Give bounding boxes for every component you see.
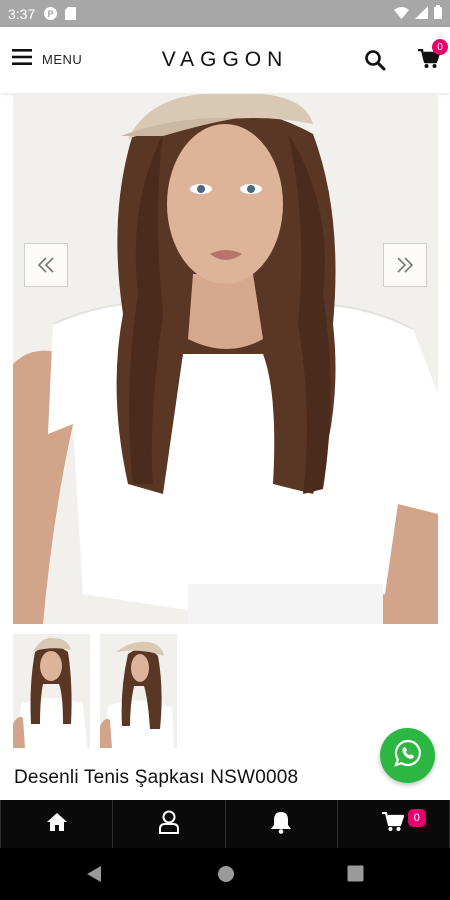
back-triangle-icon[interactable] xyxy=(86,865,102,888)
search-icon[interactable] xyxy=(364,49,386,76)
whatsapp-icon xyxy=(393,738,423,773)
cart-count-badge: 0 xyxy=(432,39,448,55)
double-chevron-left-icon xyxy=(36,256,56,274)
bottom-tab-bar: 0 xyxy=(0,800,450,848)
tab-account[interactable] xyxy=(113,800,226,848)
tab-notifications[interactable] xyxy=(226,800,338,848)
product-thumbnail-2[interactable] xyxy=(100,634,177,748)
app-header: MENU VAGGON 0 xyxy=(0,27,450,93)
home-circle-icon[interactable] xyxy=(217,865,235,888)
cart-icon xyxy=(382,811,405,837)
svg-text:P: P xyxy=(47,9,53,19)
recents-square-icon[interactable] xyxy=(347,865,364,887)
tab-cart[interactable]: 0 xyxy=(338,800,450,848)
wifi-icon xyxy=(394,6,409,22)
menu-button[interactable]: MENU xyxy=(12,49,82,70)
tab-home[interactable] xyxy=(0,800,114,848)
product-main-image[interactable] xyxy=(13,94,438,624)
whatsapp-button[interactable] xyxy=(380,728,435,783)
user-icon xyxy=(158,810,180,839)
product-thumbnail-1[interactable] xyxy=(13,634,90,748)
bell-icon xyxy=(270,810,292,839)
signal-icon xyxy=(415,5,428,22)
double-chevron-right-icon xyxy=(395,256,415,274)
status-bar: 3:37 P xyxy=(0,0,450,27)
battery-icon xyxy=(434,5,442,22)
notification-p-icon: P xyxy=(43,7,57,21)
home-icon xyxy=(46,812,68,837)
prev-image-button[interactable] xyxy=(24,243,68,287)
tab-cart-badge: 0 xyxy=(407,809,426,827)
next-image-button[interactable] xyxy=(383,243,427,287)
sd-card-icon xyxy=(63,7,77,21)
product-title: Desenli Tenis Şapkası NSW0008 xyxy=(14,767,299,788)
menu-label: MENU xyxy=(42,52,83,67)
android-nav-bar xyxy=(0,848,450,900)
hamburger-icon xyxy=(12,49,32,70)
status-time: 3:37 xyxy=(8,5,36,22)
